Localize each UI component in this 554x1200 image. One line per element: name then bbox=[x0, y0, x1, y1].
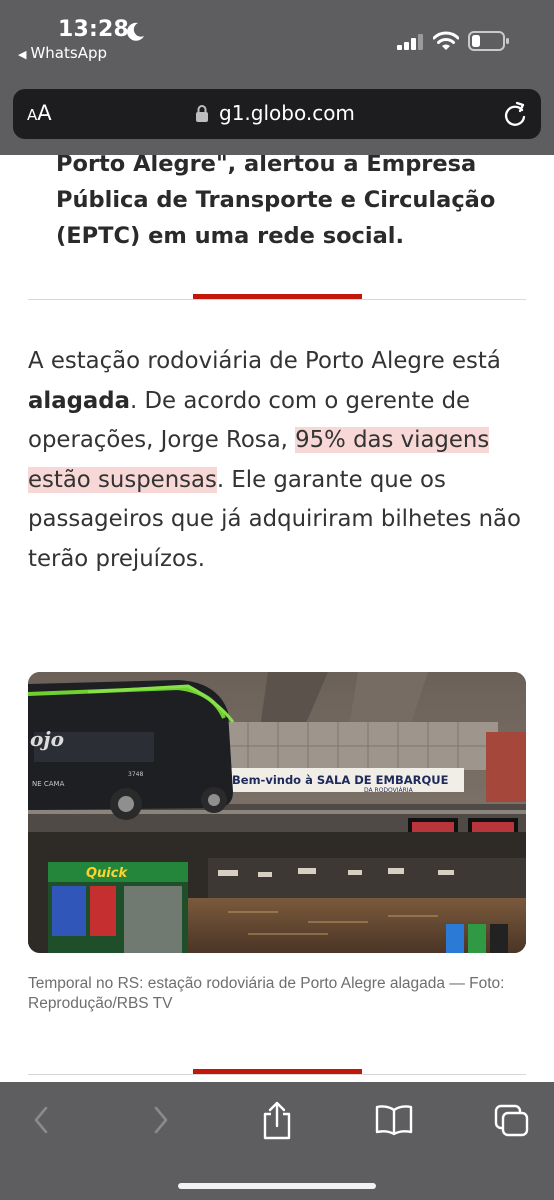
svg-text:Quick: Quick bbox=[86, 866, 128, 881]
svg-text:ojo: ojo bbox=[30, 727, 64, 751]
book-icon[interactable] bbox=[375, 1104, 413, 1136]
back-app-label: WhatsApp bbox=[30, 44, 107, 62]
red-accent-bar bbox=[193, 294, 362, 299]
section-divider-bottom bbox=[28, 1074, 526, 1075]
moon-icon bbox=[127, 22, 144, 41]
lead-paragraph: Porto Alegre", alertou a Empresa Pública… bbox=[56, 151, 496, 249]
svg-text:DA RODOVIÁRIA: DA RODOVIÁRIA bbox=[364, 787, 414, 794]
battery-low-icon bbox=[468, 31, 509, 51]
text-size-small-label: A bbox=[27, 106, 38, 124]
photo-sign-text: Bem-vindo à SALA DE EMBARQUE bbox=[232, 773, 449, 787]
cellular-signal-icon bbox=[397, 34, 423, 50]
svg-text:NE CAMA: NE CAMA bbox=[32, 780, 65, 788]
address-bar[interactable]: AA g1.globo.com bbox=[13, 89, 541, 139]
svg-text:Bem-vindo à SALA DE EMBARQUE: Bem-vindo à SALA DE EMBARQUE bbox=[232, 773, 449, 787]
red-accent-bar-bottom bbox=[193, 1069, 362, 1074]
lock-icon bbox=[196, 105, 208, 122]
tabs-icon[interactable] bbox=[494, 1104, 530, 1138]
photo-bus-sub: NE CAMA bbox=[32, 780, 65, 788]
chevron-right-icon[interactable] bbox=[148, 1104, 174, 1136]
flooded-bus-station-image: Bem-vindo à SALA DE EMBARQUE DA RODOVIÁR… bbox=[28, 672, 526, 953]
text-size-button[interactable]: AA bbox=[27, 101, 52, 125]
svg-text:3748: 3748 bbox=[128, 771, 143, 778]
text-size-big-label: A bbox=[37, 101, 52, 125]
reload-icon[interactable] bbox=[503, 101, 527, 127]
share-icon[interactable] bbox=[260, 1100, 294, 1140]
photo-store-sign: Quick bbox=[86, 866, 128, 881]
chevron-left-icon[interactable] bbox=[28, 1104, 54, 1136]
browser-top-bar: 13:28 ◀ WhatsApp AA g1.globo.com bbox=[0, 0, 554, 155]
article-photo[interactable]: Bem-vindo à SALA DE EMBARQUE DA RODOVIÁR… bbox=[28, 672, 526, 953]
home-indicator[interactable] bbox=[178, 1183, 376, 1189]
wifi-icon bbox=[433, 31, 459, 50]
status-time: 13:28 bbox=[58, 17, 130, 42]
photo-sign-subtext: DA RODOVIÁRIA bbox=[364, 787, 414, 794]
photo-caption: Temporal no RS: estação rodoviária de Po… bbox=[28, 975, 505, 1012]
paragraph-bold-text: alagada bbox=[28, 387, 130, 414]
paragraph-text-1: A estação rodoviária de Porto Alegre est… bbox=[28, 348, 501, 374]
photo-bus-brand: ojo bbox=[30, 727, 64, 751]
section-divider bbox=[28, 299, 526, 300]
photo-bus-number: 3748 bbox=[128, 771, 143, 778]
article-paragraph: A estação rodoviária de Porto Alegre est… bbox=[28, 342, 533, 580]
back-to-app-link[interactable]: ◀ WhatsApp bbox=[18, 44, 107, 62]
url-text[interactable]: g1.globo.com bbox=[219, 101, 355, 125]
back-triangle-icon: ◀ bbox=[18, 48, 27, 61]
